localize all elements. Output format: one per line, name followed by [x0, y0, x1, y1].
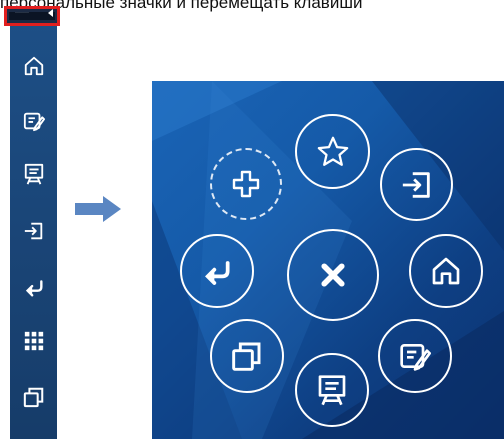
presentation-icon: [318, 375, 346, 406]
toolbar-handle-grip: ·······: [15, 10, 29, 16]
return-icon: [205, 261, 230, 285]
close-icon: [321, 263, 345, 287]
windows-button[interactable]: [210, 319, 284, 393]
windows-icon[interactable]: [23, 386, 45, 408]
presentation-button[interactable]: [295, 353, 369, 427]
star-icon: [317, 136, 348, 166]
edit-note-button[interactable]: [378, 319, 452, 393]
enter-icon[interactable]: [23, 220, 45, 242]
home-button[interactable]: [409, 234, 483, 308]
grid-apps-icon[interactable]: [23, 330, 45, 352]
return-icon[interactable]: [23, 276, 45, 298]
favorite-button[interactable]: [295, 114, 370, 189]
toolbar-collapse-handle-highlighted[interactable]: ·······: [4, 6, 60, 26]
floating-toolbar: [10, 22, 57, 439]
add-slot-button[interactable]: [210, 148, 282, 220]
return-button[interactable]: [180, 234, 254, 308]
windows-icon: [232, 342, 261, 371]
home-icon[interactable]: [23, 55, 45, 77]
enter-button[interactable]: [380, 148, 453, 221]
radial-menu-screen: [152, 81, 504, 439]
presentation-icon[interactable]: [23, 163, 45, 185]
instruction-caption: персональные значки и перемещать клавиши: [0, 0, 363, 12]
right-arrow-icon: [73, 195, 123, 223]
add-icon: [232, 170, 260, 198]
collapse-arrow-icon: [48, 9, 53, 17]
close-button[interactable]: [287, 229, 379, 321]
home-icon: [432, 257, 460, 285]
enter-icon: [402, 171, 430, 198]
edit-note-icon: [400, 344, 431, 371]
edit-note-icon[interactable]: [23, 110, 45, 132]
